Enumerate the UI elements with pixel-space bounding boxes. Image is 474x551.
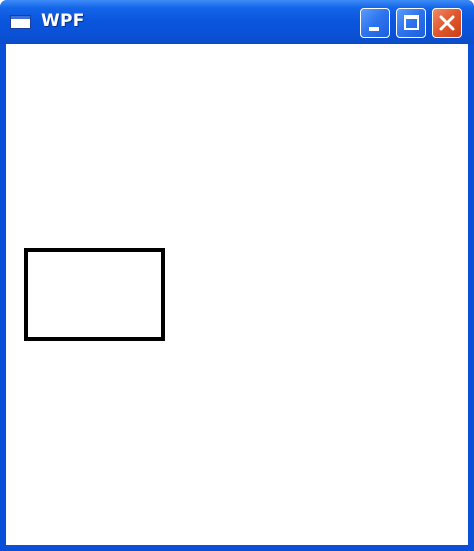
minimize-button[interactable] (360, 8, 390, 38)
close-icon (439, 15, 455, 31)
window-icon[interactable] (10, 15, 31, 29)
title-bar[interactable]: WPF (0, 0, 474, 44)
minimize-icon (369, 27, 379, 31)
close-button[interactable] (432, 8, 462, 38)
client-area (6, 44, 468, 545)
window-title: WPF (41, 11, 85, 31)
app-window: WPF (0, 0, 474, 551)
maximize-button[interactable] (396, 8, 426, 38)
rectangle-shape (24, 248, 165, 341)
maximize-icon (404, 15, 419, 30)
